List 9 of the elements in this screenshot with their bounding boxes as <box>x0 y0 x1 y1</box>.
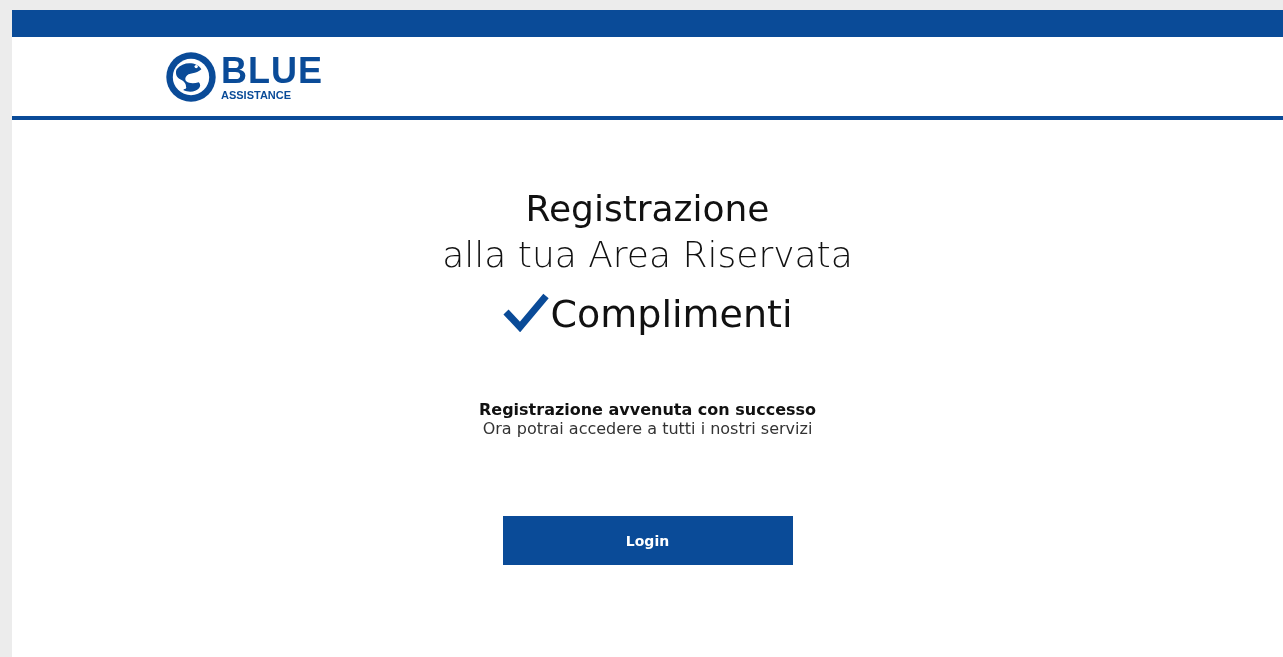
message-title: Registrazione avvenuta con successo <box>478 400 817 419</box>
logo-name: BLUE <box>221 52 323 89</box>
fish-logo-icon <box>165 50 217 103</box>
login-button[interactable]: Login <box>502 516 793 565</box>
logo-subtitle: ASSISTANCE <box>221 89 293 101</box>
page-subtitle: alla tua Area Riservata <box>442 233 853 277</box>
message-text: Ora potrai accedere a tutti i nostri servizi <box>482 419 813 438</box>
page-title: Registrazione <box>525 187 770 231</box>
status-text: Complimenti <box>550 291 793 338</box>
